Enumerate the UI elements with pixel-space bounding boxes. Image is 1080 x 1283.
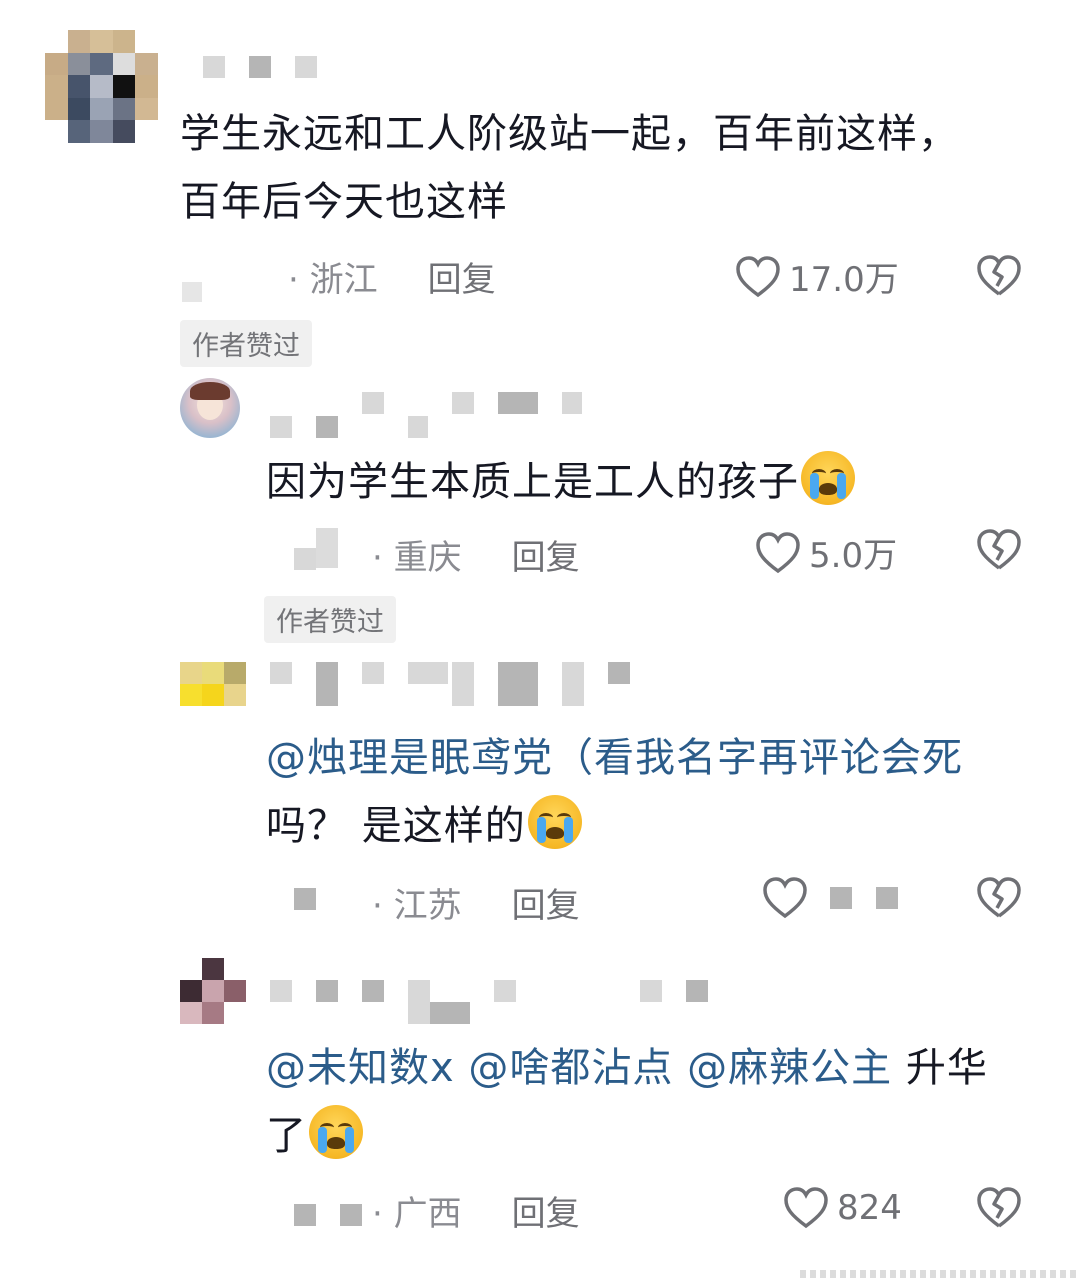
comment-text-content: 因为学生本质上是工人的孩子 — [266, 459, 799, 505]
heart-outline-icon — [736, 255, 780, 297]
location-label: · 广西 — [372, 1194, 462, 1234]
dislike-button[interactable] — [976, 1186, 1022, 1234]
broken-heart-icon — [977, 1187, 1021, 1228]
comment-meta: · 广西 回复 — [372, 1186, 580, 1235]
dislike-button[interactable] — [976, 254, 1022, 302]
like-button[interactable] — [762, 876, 908, 920]
avatar[interactable] — [180, 378, 240, 438]
comment-meta: · 江苏 回复 — [372, 878, 580, 927]
location-label: · 江苏 — [372, 886, 462, 926]
comment-meta: · 重庆 回复 — [372, 530, 580, 579]
avatar[interactable] — [180, 958, 246, 1024]
broken-heart-icon — [977, 877, 1021, 918]
comment-text: 学生永远和工人阶级站一起，百年前这样，百年后今天也这样 — [180, 111, 959, 225]
loudly-crying-face-emoji — [527, 795, 582, 849]
reply-button[interactable]: 回复 — [512, 1186, 580, 1235]
like-button[interactable]: 5.0万 — [755, 528, 897, 577]
comment-text: @烛理是眠鸢党（看我名字再评论会死吗？ 是这样的 — [266, 724, 1036, 860]
dislike-button[interactable] — [976, 528, 1022, 576]
broken-heart-icon — [977, 255, 1021, 296]
mention-links[interactable]: @未知数x @啥都沾点 @麻辣公主 — [266, 1045, 892, 1091]
like-count: 824 — [837, 1188, 902, 1228]
like-button[interactable]: 17.0万 — [735, 252, 899, 301]
timestamp-blurred — [182, 282, 226, 302]
timestamp-blurred — [294, 888, 340, 910]
avatar[interactable] — [45, 30, 158, 143]
author-liked-badge: 作者赞过 — [264, 596, 396, 643]
timestamp-blurred — [294, 528, 338, 570]
comment-text: 因为学生本质上是工人的孩子 — [266, 448, 986, 516]
heart-outline-icon — [763, 877, 807, 919]
comment-item-2: 因为学生本质上是工人的孩子 · 重庆 回复 5.0万 作者赞过 — [0, 370, 1080, 643]
loudly-crying-face-emoji — [309, 1105, 363, 1159]
mention-link[interactable]: @烛理是眠鸢党（看我名字再评论会死 — [266, 735, 963, 781]
like-count: 17.0万 — [789, 260, 899, 300]
username-blurred[interactable] — [270, 662, 654, 706]
username-blurred[interactable] — [203, 56, 341, 78]
reply-button[interactable]: 回复 — [428, 252, 496, 301]
author-liked-badge: 作者赞过 — [180, 320, 312, 367]
username-blurred[interactable] — [270, 980, 732, 1024]
comment-text-content: 升华 — [892, 1045, 988, 1091]
broken-heart-icon — [977, 529, 1021, 570]
location-label: · 浙江 — [288, 260, 378, 300]
comment-text: @未知数x @啥都沾点 @麻辣公主 升华 了 — [266, 1034, 1036, 1170]
dislike-button[interactable] — [976, 876, 1022, 924]
heart-outline-icon — [784, 1187, 828, 1229]
like-button[interactable]: 824 — [783, 1186, 902, 1230]
like-count: 5.0万 — [809, 536, 898, 576]
comment-meta: · 浙江 回复 — [288, 252, 496, 301]
comment-item-1: 学生永远和工人阶级站一起，百年前这样，百年后今天也这样 · 浙江 回复 17.0… — [0, 0, 1080, 370]
comment-screen: { "comments": [ { "text": "学生永远和工人阶级站一起，… — [0, 0, 1080, 1283]
location-label: · 重庆 — [372, 538, 462, 578]
reply-button[interactable]: 回复 — [512, 878, 580, 927]
username-blurred[interactable] — [270, 392, 606, 438]
watermark-strip — [800, 1270, 1080, 1278]
avatar[interactable] — [180, 662, 246, 706]
reply-button[interactable]: 回复 — [512, 530, 580, 579]
loudly-crying-face-emoji — [801, 451, 855, 505]
heart-outline-icon — [756, 531, 800, 573]
comment-text-content: 吗？ 是这样的 — [266, 803, 526, 849]
comment-text-line2: 了 — [266, 1113, 307, 1159]
comment-item-3: @烛理是眠鸢党（看我名字再评论会死吗？ 是这样的 · 江苏 回复 — [0, 640, 1080, 940]
like-count-blurred — [830, 887, 922, 909]
comment-item-4: @未知数x @啥都沾点 @麻辣公主 升华 了 · 广西 回复 824 — [0, 940, 1080, 1283]
